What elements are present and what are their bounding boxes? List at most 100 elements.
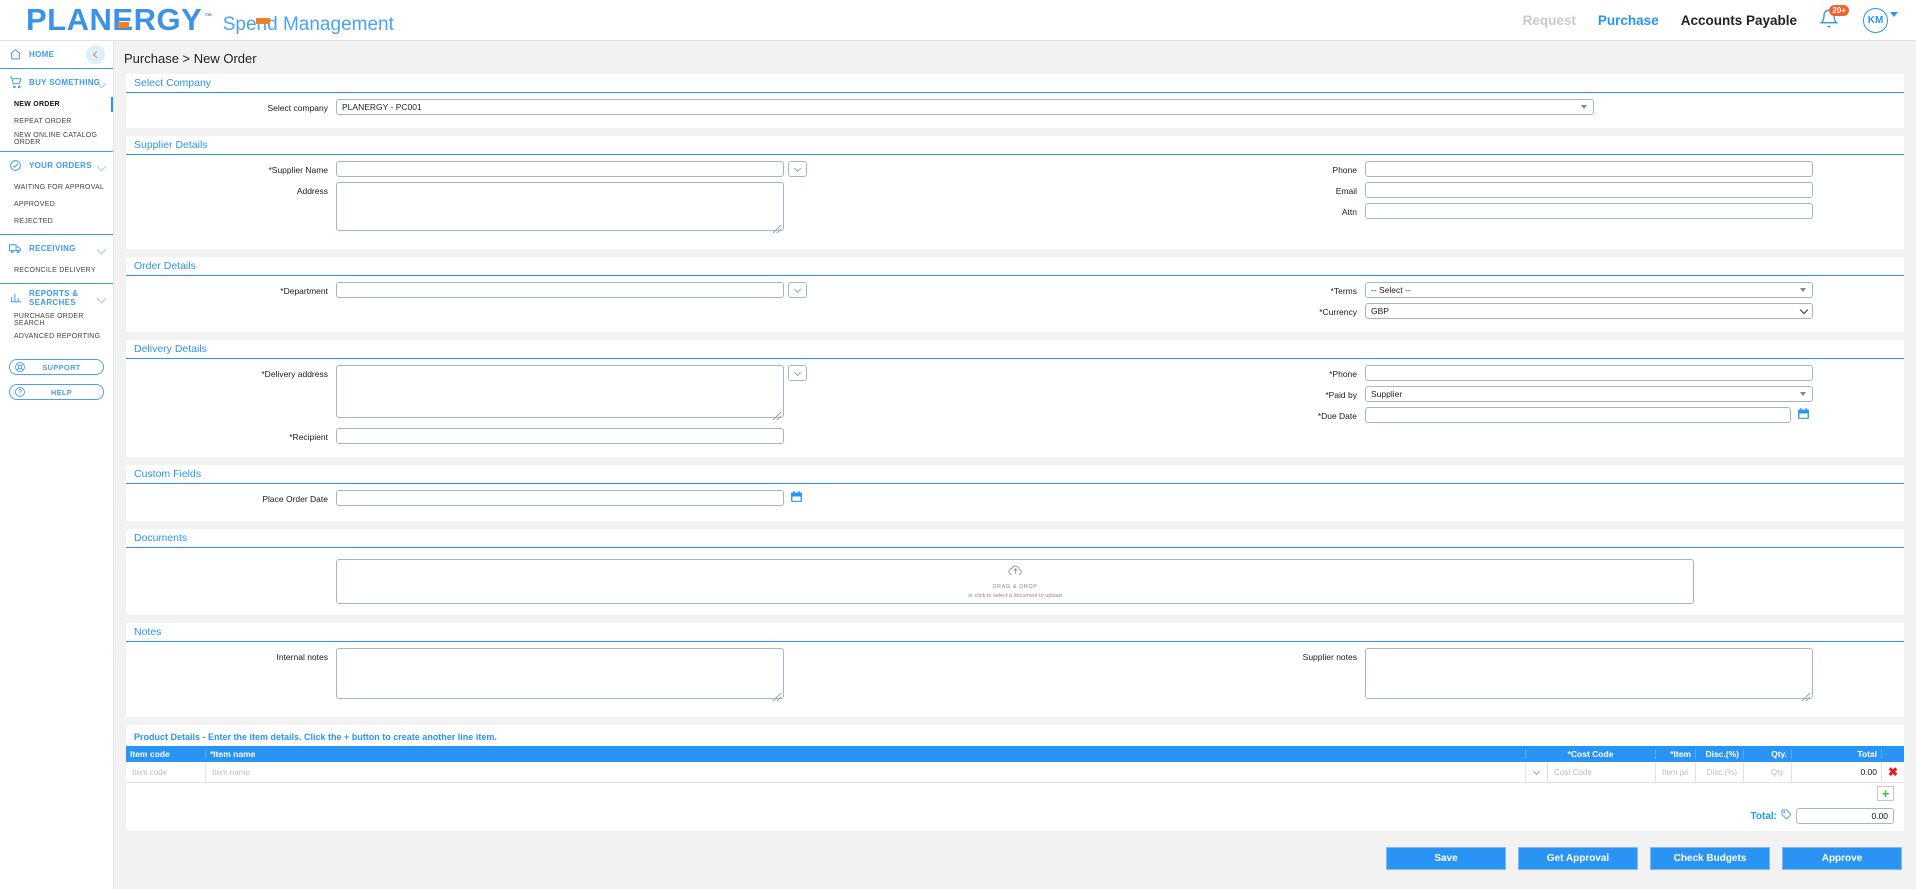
cell-item-price[interactable] (1656, 761, 1696, 783)
sidebar-group-label: RECEIVING (29, 244, 76, 253)
supplier-left-column: *Supplier Name Address (126, 161, 1015, 241)
supplier-phone-input[interactable] (1365, 161, 1813, 177)
sidebar-item-buy-something[interactable]: BUY SOMETHING (0, 69, 113, 96)
recipient-input[interactable] (336, 428, 784, 444)
nav-purchase[interactable]: Purchase (1598, 13, 1659, 28)
check-budgets-button[interactable]: Check Budgets (1650, 847, 1770, 870)
item-price-input[interactable] (1660, 766, 1691, 778)
sidebar-item-receiving[interactable]: RECEIVING (0, 235, 113, 262)
nav-request[interactable]: Request (1523, 13, 1576, 28)
internal-notes-textarea[interactable] (336, 648, 784, 699)
column-qty: Qty. (1744, 749, 1792, 759)
sidebar-item-your-orders[interactable]: YOUR ORDERS (0, 152, 113, 179)
notifications-button[interactable]: 20+ (1819, 5, 1849, 32)
paid-by-value[interactable]: Supplier (1365, 386, 1813, 402)
cost-code-input[interactable] (1552, 766, 1651, 778)
qty-input[interactable] (1748, 766, 1787, 778)
avatar[interactable]: KM (1863, 7, 1888, 33)
field-row-due-date: *Due Date (1015, 407, 1904, 425)
supplier-right-column: Phone Email Attn (1015, 161, 1904, 241)
support-button[interactable]: SUPPORT (9, 359, 104, 375)
field-row-select-company: Select company PLANERGY - PC001 (126, 99, 1904, 115)
cell-item-code[interactable] (126, 761, 206, 783)
section-order-details: Order Details *Department *Terms -- Sele… (126, 257, 1904, 332)
delete-row-button[interactable]: ✖ (1882, 762, 1904, 783)
item-name-input[interactable] (210, 766, 1521, 778)
supplier-email-input[interactable] (1365, 182, 1813, 198)
section-delivery-details: Delivery Details *Delivery address *Reci… (126, 340, 1904, 457)
select-company-control[interactable]: PLANERGY - PC001 (336, 99, 1594, 115)
currency-label: *Currency (1319, 307, 1357, 317)
sidebar-item-purchase-order-search[interactable]: PURCHASE ORDER SEARCH (0, 311, 113, 328)
add-line-item-button[interactable]: + (1877, 786, 1894, 801)
paid-by-control[interactable]: Supplier (1365, 386, 1813, 402)
cell-discount[interactable] (1696, 761, 1744, 783)
sidebar-item-new-order[interactable]: NEW ORDER (0, 96, 113, 113)
cell-cost-code[interactable] (1548, 761, 1656, 783)
supplier-name-lookup-button[interactable] (788, 161, 807, 177)
discount-input[interactable] (1700, 766, 1739, 778)
sidebar-item-reconcile-delivery[interactable]: RECONCILE DELIVERY (0, 262, 113, 279)
due-date-input[interactable] (1365, 407, 1791, 423)
sidebar-item-rejected[interactable]: REJECTED (0, 213, 113, 230)
field-row-place-order-date: Place Order Date (126, 490, 1904, 508)
help-button[interactable]: HELP (9, 384, 104, 400)
get-approval-button[interactable]: Get Approval (1518, 847, 1638, 870)
sidebar-item-waiting-for-approval[interactable]: WAITING FOR APPROVAL (0, 179, 113, 196)
currency-control[interactable]: GBP (1365, 303, 1813, 319)
supplier-attn-input[interactable] (1365, 203, 1813, 219)
sidebar-group-label: YOUR ORDERS (29, 161, 92, 170)
delivery-phone-input[interactable] (1365, 365, 1813, 381)
chevron-down-icon[interactable] (96, 244, 107, 255)
brand-logo[interactable]: PLANERGY ™ Spend Management (0, 2, 394, 38)
sidebar-item-reports-searches[interactable]: REPORTS & SEARCHES (0, 284, 113, 311)
logo-accent-g (256, 18, 270, 24)
nav-accounts-payable[interactable]: Accounts Payable (1681, 13, 1797, 28)
sidebar-item-advanced-reporting[interactable]: ADVANCED REPORTING (0, 328, 113, 345)
place-order-date-input[interactable] (336, 490, 784, 506)
notes-right-column: Supplier notes (1015, 648, 1904, 709)
bar-chart-icon (8, 290, 23, 305)
approve-button[interactable]: Approve (1782, 847, 1902, 870)
sidebar-item-repeat-order[interactable]: REPEAT ORDER (0, 113, 113, 130)
calendar-icon[interactable] (1797, 407, 1810, 425)
cost-code-lookup-button[interactable] (1526, 761, 1548, 783)
terms-value[interactable]: -- Select -- (1365, 282, 1813, 298)
sidebar-item-new-online-catalog-order[interactable]: NEW ONLINE CATALOG ORDER (0, 130, 113, 147)
calendar-icon[interactable] (790, 490, 803, 508)
section-title: Order Details (126, 257, 1904, 276)
department-input[interactable] (336, 282, 784, 298)
supplier-notes-label: Supplier notes (1302, 652, 1357, 662)
sidebar-collapse-button[interactable] (86, 45, 105, 64)
terms-control[interactable]: -- Select -- (1365, 282, 1813, 298)
chevron-down-icon[interactable] (96, 161, 107, 172)
table-row: 0.00 ✖ (126, 761, 1904, 783)
item-code-input[interactable] (130, 766, 201, 778)
sidebar-item-approved[interactable]: APPROVED (0, 196, 113, 213)
save-button[interactable]: Save (1386, 847, 1506, 870)
lifebuoy-icon (14, 361, 26, 375)
address-textarea[interactable] (336, 182, 784, 231)
supplier-notes-textarea[interactable] (1365, 648, 1813, 699)
delivery-address-lookup-button[interactable] (788, 365, 807, 381)
cell-line-total: 0.00 (1792, 761, 1882, 783)
cell-qty[interactable] (1744, 761, 1792, 783)
section-custom-fields: Custom Fields Place Order Date (126, 465, 1904, 521)
department-lookup-button[interactable] (788, 282, 807, 298)
document-dropzone[interactable]: DRAG & DROP or click to select a documen… (336, 559, 1694, 604)
field-row-internal-notes: Internal notes (126, 648, 1015, 704)
delivery-address-textarea[interactable] (336, 365, 784, 418)
chevron-down-icon (793, 285, 802, 293)
product-grid-header: Item code *Item name *Cost Code *Item Di… (126, 746, 1904, 762)
currency-value[interactable]: GBP (1365, 303, 1813, 319)
select-company-value[interactable]: PLANERGY - PC001 (336, 99, 1594, 115)
chevron-down-icon[interactable] (1890, 11, 1898, 17)
column-item-name: *Item name (206, 749, 1526, 759)
column-discount: Disc.(%) (1696, 749, 1744, 759)
cell-item-name[interactable] (206, 761, 1526, 783)
supplier-name-input[interactable] (336, 161, 784, 177)
field-row-email: Email (1015, 182, 1904, 198)
place-order-date-label: Place Order Date (262, 494, 328, 504)
notification-badge: 20+ (1829, 5, 1849, 16)
